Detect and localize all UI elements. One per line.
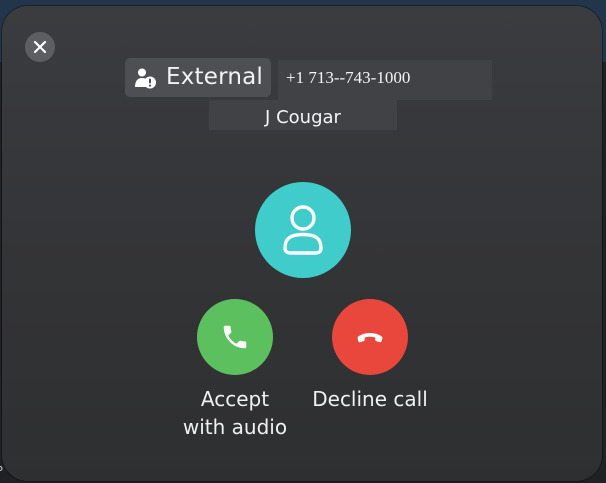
close-button[interactable] [25,32,55,62]
phone-icon [223,325,247,349]
incoming-call-panel: External +1 713--743-1000 J Cougar Accep… [2,6,602,481]
external-badge: External [125,58,271,97]
external-label: External [166,64,264,90]
caller-phone-number: +1 713--743-1000 [278,60,492,100]
caller-name: J Cougar [209,100,397,130]
caller-avatar [255,182,351,278]
decline-call-button[interactable] [332,299,408,375]
decline-call-label: Decline call [312,387,428,411]
close-icon [33,40,47,54]
accept-with-audio-label: Accept with audio [182,387,288,439]
hang-up-icon [357,333,383,343]
external-user-warning-icon [133,66,157,90]
person-icon [283,205,323,255]
accept-with-audio-button[interactable] [197,299,273,375]
